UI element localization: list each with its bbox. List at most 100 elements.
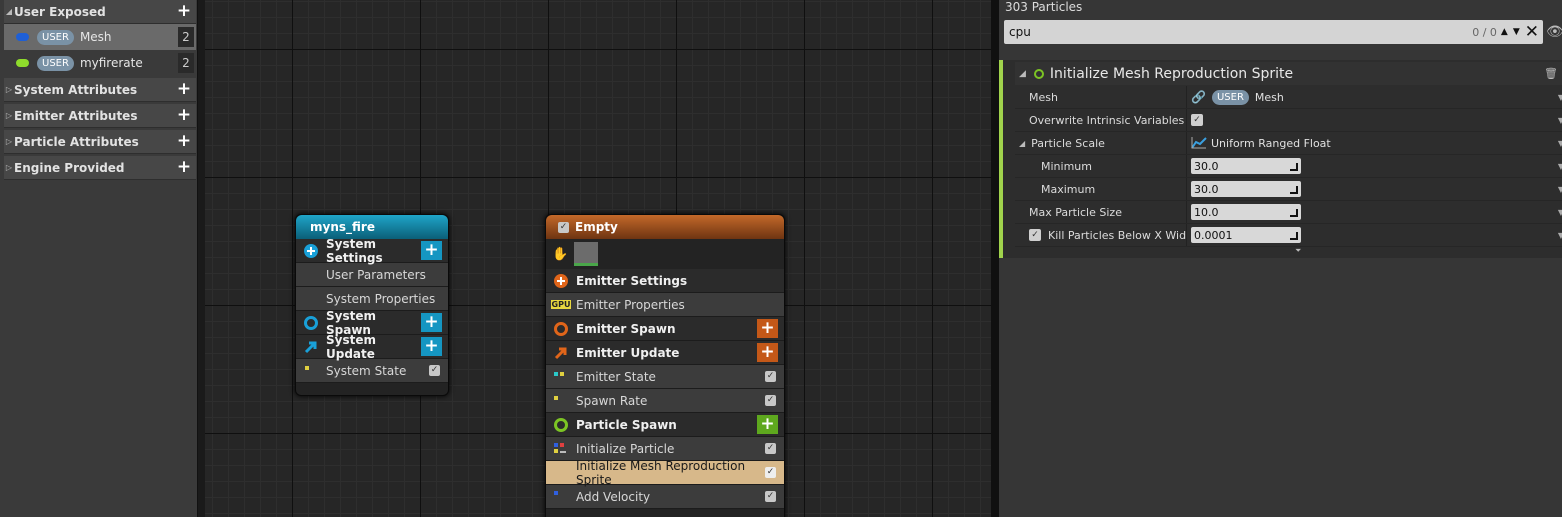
velocity-dot-icon bbox=[552, 488, 570, 506]
system-update-row[interactable]: System Update + bbox=[296, 333, 448, 361]
emitter-node[interactable]: ✓ Empty ✋ Emitter Settings GPU Emitter P… bbox=[545, 214, 785, 517]
add-module-button[interactable]: + bbox=[421, 241, 442, 260]
expanded-triangle-icon[interactable]: ◢ bbox=[1019, 139, 1025, 148]
system-settings-row[interactable]: System Settings + bbox=[296, 237, 448, 265]
dynamic-input-name: Uniform Ranged Float bbox=[1211, 136, 1331, 150]
max-particle-size-row[interactable]: Max Particle Size 10.0 ▼ bbox=[1015, 201, 1562, 224]
kill-particles-enable-checkbox[interactable]: ✓ bbox=[1029, 229, 1041, 241]
category-label: Particle Attributes bbox=[14, 134, 139, 149]
add-module-button[interactable]: + bbox=[421, 337, 442, 356]
emitter-properties-row[interactable]: GPU Emitter Properties bbox=[546, 293, 784, 317]
row-options-icon[interactable]: ▼ bbox=[1558, 162, 1562, 171]
kill-particles-input[interactable]: 0.0001 bbox=[1191, 227, 1301, 243]
system-state-row[interactable]: System State ✓ bbox=[296, 359, 448, 383]
system-properties-row[interactable]: System Properties bbox=[296, 287, 448, 311]
row-options-icon[interactable]: ▼ bbox=[1558, 93, 1562, 102]
emitter-pin-icon[interactable]: ✋ bbox=[552, 247, 568, 262]
enable-checkbox[interactable]: ✓ bbox=[765, 467, 776, 478]
maximum-input[interactable]: 30.0 bbox=[1191, 181, 1301, 197]
row-options-icon[interactable]: ▼ bbox=[1558, 231, 1562, 240]
enable-checkbox[interactable]: ✓ bbox=[765, 395, 776, 406]
mesh-type-icon bbox=[16, 33, 29, 41]
next-result-icon[interactable]: ▼ bbox=[1513, 27, 1520, 37]
parameter-row-myfirerate[interactable]: USER myfirerate 2 bbox=[4, 50, 196, 76]
row-options-icon[interactable]: ▼ bbox=[1558, 185, 1562, 194]
overwrite-checkbox[interactable]: ✓ bbox=[1191, 114, 1203, 126]
add-module-button[interactable]: + bbox=[757, 343, 778, 362]
system-node-header[interactable]: myns_fire bbox=[296, 215, 448, 239]
overwrite-intrinsic-row[interactable]: Overwrite Intrinsic Variables ✓ ▼ bbox=[1015, 109, 1562, 132]
clear-search-icon[interactable]: ✕ bbox=[1525, 22, 1539, 42]
maximum-row[interactable]: Maximum 30.0 ▼ bbox=[1015, 178, 1562, 201]
state-dot-icon bbox=[552, 392, 570, 410]
particle-scale-row[interactable]: ◢ Particle Scale Uniform Ranged Float ▼ bbox=[1015, 132, 1562, 155]
add-parameter-button[interactable]: + bbox=[174, 2, 194, 22]
max-particle-size-input[interactable]: 10.0 bbox=[1191, 204, 1301, 220]
collapsed-triangle-icon: ▷ bbox=[5, 137, 13, 146]
add-parameter-button[interactable]: + bbox=[174, 80, 194, 100]
emitter-settings-row[interactable]: Emitter Settings bbox=[546, 269, 784, 293]
row-options-icon[interactable]: ▼ bbox=[1558, 208, 1562, 217]
reference-count: 2 bbox=[178, 53, 194, 73]
add-module-button[interactable]: + bbox=[757, 415, 778, 434]
enable-checkbox[interactable]: ✓ bbox=[765, 443, 776, 454]
add-velocity-row[interactable]: Add Velocity ✓ bbox=[546, 485, 784, 509]
system-overview-graph[interactable]: myns_fire System Settings + User Paramet… bbox=[205, 0, 991, 517]
panel-splitter[interactable] bbox=[991, 0, 999, 517]
emitter-toolbar: ✋ bbox=[546, 239, 784, 269]
row-options-icon[interactable]: ▼ bbox=[1558, 116, 1562, 125]
emitter-state-row[interactable]: Emitter State ✓ bbox=[546, 365, 784, 389]
row-options-icon[interactable]: ▼ bbox=[1558, 139, 1562, 148]
row-label: Add Velocity bbox=[576, 489, 651, 504]
enable-checkbox[interactable]: ✓ bbox=[765, 371, 776, 382]
search-result-count: 0 / 0 bbox=[1472, 25, 1497, 39]
system-spawn-row[interactable]: System Spawn + bbox=[296, 309, 448, 337]
property-label: ◢ Particle Scale bbox=[1015, 132, 1187, 154]
particle-scale-value[interactable]: Uniform Ranged Float bbox=[1187, 132, 1562, 154]
add-parameter-button[interactable]: + bbox=[174, 158, 194, 178]
emitter-enable-checkbox[interactable]: ✓ bbox=[558, 221, 569, 233]
category-label: System Attributes bbox=[14, 82, 138, 97]
search-input[interactable] bbox=[1004, 25, 1473, 39]
state-dot-icon bbox=[302, 362, 320, 380]
add-parameter-button[interactable]: + bbox=[174, 106, 194, 126]
category-particle-attributes[interactable]: ▷ Particle Attributes + bbox=[4, 130, 196, 154]
initialize-mesh-reproduction-sprite-row[interactable]: Initialize Mesh Reproduction Sprite ✓ bbox=[546, 459, 784, 487]
multi-dot-icon bbox=[552, 440, 570, 458]
category-user-exposed[interactable]: ◢ User Exposed + bbox=[4, 0, 196, 24]
spawn-rate-row[interactable]: Spawn Rate ✓ bbox=[546, 389, 784, 413]
enable-checkbox[interactable]: ✓ bbox=[429, 365, 440, 376]
category-engine-provided[interactable]: ▷ Engine Provided + bbox=[4, 156, 196, 180]
delete-icon[interactable]: 🗑 bbox=[1544, 67, 1558, 80]
initialize-particle-row[interactable]: Initialize Particle ✓ bbox=[546, 437, 784, 461]
category-system-attributes[interactable]: ▷ System Attributes + bbox=[4, 78, 196, 102]
eye-icon[interactable]: 👁 bbox=[1546, 24, 1562, 40]
parameter-row-mesh[interactable]: USER Mesh 2 bbox=[4, 24, 196, 50]
minimum-row[interactable]: Minimum 30.0 ▼ bbox=[1015, 155, 1562, 178]
add-module-button[interactable]: + bbox=[421, 313, 442, 332]
system-node[interactable]: myns_fire System Settings + User Paramet… bbox=[295, 214, 449, 396]
kill-particles-row[interactable]: ✓ Kill Particles Below X Wid 0.0001 ▼ bbox=[1015, 224, 1562, 247]
enable-checkbox[interactable]: ✓ bbox=[765, 491, 776, 502]
parameters-panel: ◢ User Exposed + USER Mesh 2 USER myfire… bbox=[0, 0, 198, 517]
emitter-thumbnail[interactable] bbox=[574, 242, 598, 266]
user-parameters-row[interactable]: User Parameters bbox=[296, 263, 448, 287]
minimum-input[interactable]: 30.0 bbox=[1191, 158, 1301, 174]
particle-spawn-row[interactable]: Particle Spawn + bbox=[546, 413, 784, 437]
expanded-triangle-icon[interactable]: ◢ bbox=[1019, 69, 1026, 79]
details-search-box[interactable]: 0 / 0 ▲ ▼ ✕ bbox=[1004, 20, 1543, 44]
add-module-button[interactable]: + bbox=[757, 319, 778, 338]
mesh-property-row[interactable]: Mesh 🔗 USER Mesh ▼ bbox=[1015, 86, 1562, 109]
mesh-property-value[interactable]: 🔗 USER Mesh bbox=[1187, 86, 1562, 108]
module-status-icon bbox=[1033, 68, 1044, 79]
emitter-node-header[interactable]: ✓ Empty bbox=[546, 215, 784, 239]
user-namespace-badge: USER bbox=[1211, 89, 1249, 105]
emitter-update-row[interactable]: Emitter Update + bbox=[546, 341, 784, 365]
module-header[interactable]: ◢ Initialize Mesh Reproduction Sprite 🗑 bbox=[1015, 62, 1562, 85]
add-parameter-button[interactable]: + bbox=[174, 132, 194, 152]
expand-more-icon[interactable]: ⏷ bbox=[1295, 246, 1301, 256]
previous-result-icon[interactable]: ▲ bbox=[1501, 27, 1508, 37]
state-dots-icon bbox=[552, 368, 570, 386]
emitter-spawn-row[interactable]: Emitter Spawn + bbox=[546, 317, 784, 341]
category-emitter-attributes[interactable]: ▷ Emitter Attributes + bbox=[4, 104, 196, 128]
